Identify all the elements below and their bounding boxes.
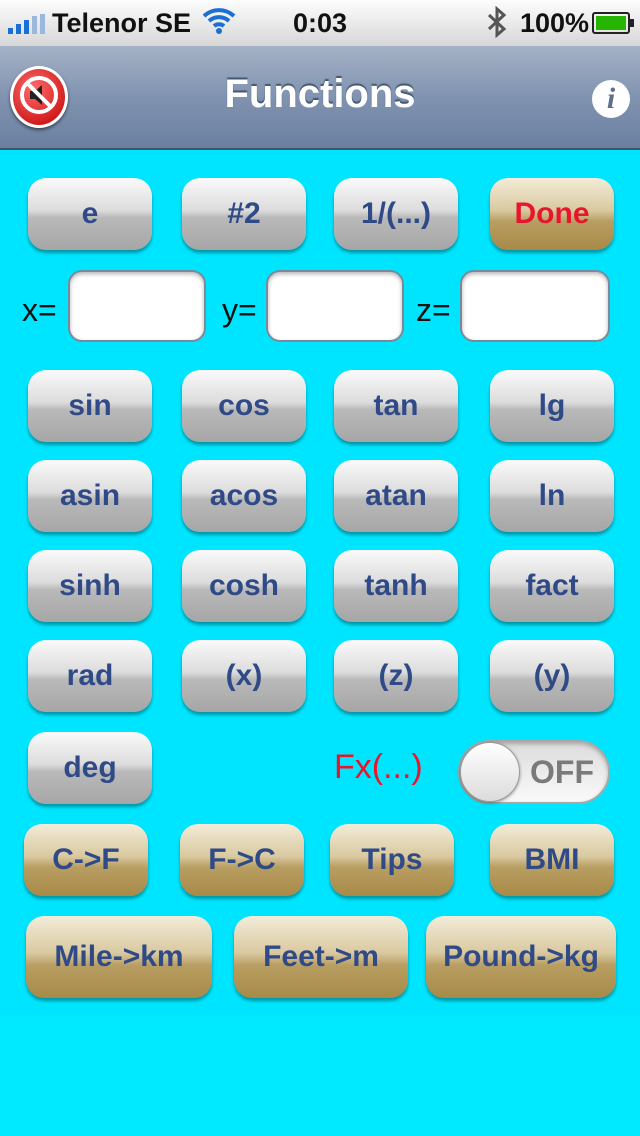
battery-icon [592, 12, 634, 34]
reciprocal-button[interactable]: 1/(...) [334, 178, 458, 250]
acos-button[interactable]: acos [182, 460, 306, 532]
rad-button[interactable]: rad [28, 640, 152, 712]
fx-toggle[interactable]: OFF [458, 740, 610, 804]
z-label: z= [416, 292, 451, 328]
fx-label: Fx(...) [334, 748, 423, 786]
feet-to-m-button[interactable]: Feet->m [234, 916, 408, 998]
square-button[interactable]: #2 [182, 178, 306, 250]
deg-button[interactable]: deg [28, 732, 152, 804]
z-var-button[interactable]: (z) [334, 640, 458, 712]
tanh-button[interactable]: tanh [334, 550, 458, 622]
done-button[interactable]: Done [490, 178, 614, 250]
f-to-c-button[interactable]: F->C [180, 824, 304, 896]
tan-button[interactable]: tan [334, 370, 458, 442]
ln-button[interactable]: ln [490, 460, 614, 532]
y-var-button[interactable]: (y) [490, 640, 614, 712]
e-constant-button[interactable]: e [28, 178, 152, 250]
info-icon: i [606, 82, 616, 115]
bmi-button[interactable]: BMI [490, 824, 614, 896]
page-title: Functions [224, 72, 416, 116]
sinh-button[interactable]: sinh [28, 550, 152, 622]
z-input[interactable] [460, 270, 610, 342]
toggle-knob [460, 742, 520, 802]
battery-percentage: 100% [520, 8, 590, 38]
y-input[interactable] [266, 270, 404, 342]
mile-to-km-button[interactable]: Mile->km [26, 916, 212, 998]
tips-button[interactable]: Tips [330, 824, 454, 896]
bluetooth-icon [486, 5, 508, 45]
x-var-button[interactable]: (x) [182, 640, 306, 712]
fact-button[interactable]: fact [490, 550, 614, 622]
x-label: x= [22, 292, 57, 328]
cosh-button[interactable]: cosh [182, 550, 306, 622]
toggle-state-label: OFF [530, 754, 594, 790]
c-to-f-button[interactable]: C->F [24, 824, 148, 896]
navigation-bar: Functions i [0, 46, 640, 150]
status-bar: Telenor SE 0:03 100% [0, 0, 640, 46]
bottom-area [0, 1016, 640, 1136]
cos-button[interactable]: cos [182, 370, 306, 442]
lg-button[interactable]: lg [490, 370, 614, 442]
atan-button[interactable]: atan [334, 460, 458, 532]
info-button[interactable]: i [592, 80, 630, 118]
y-label: y= [222, 292, 257, 328]
sin-button[interactable]: sin [28, 370, 152, 442]
x-input[interactable] [68, 270, 206, 342]
pound-to-kg-button[interactable]: Pound->kg [426, 916, 616, 998]
asin-button[interactable]: asin [28, 460, 152, 532]
